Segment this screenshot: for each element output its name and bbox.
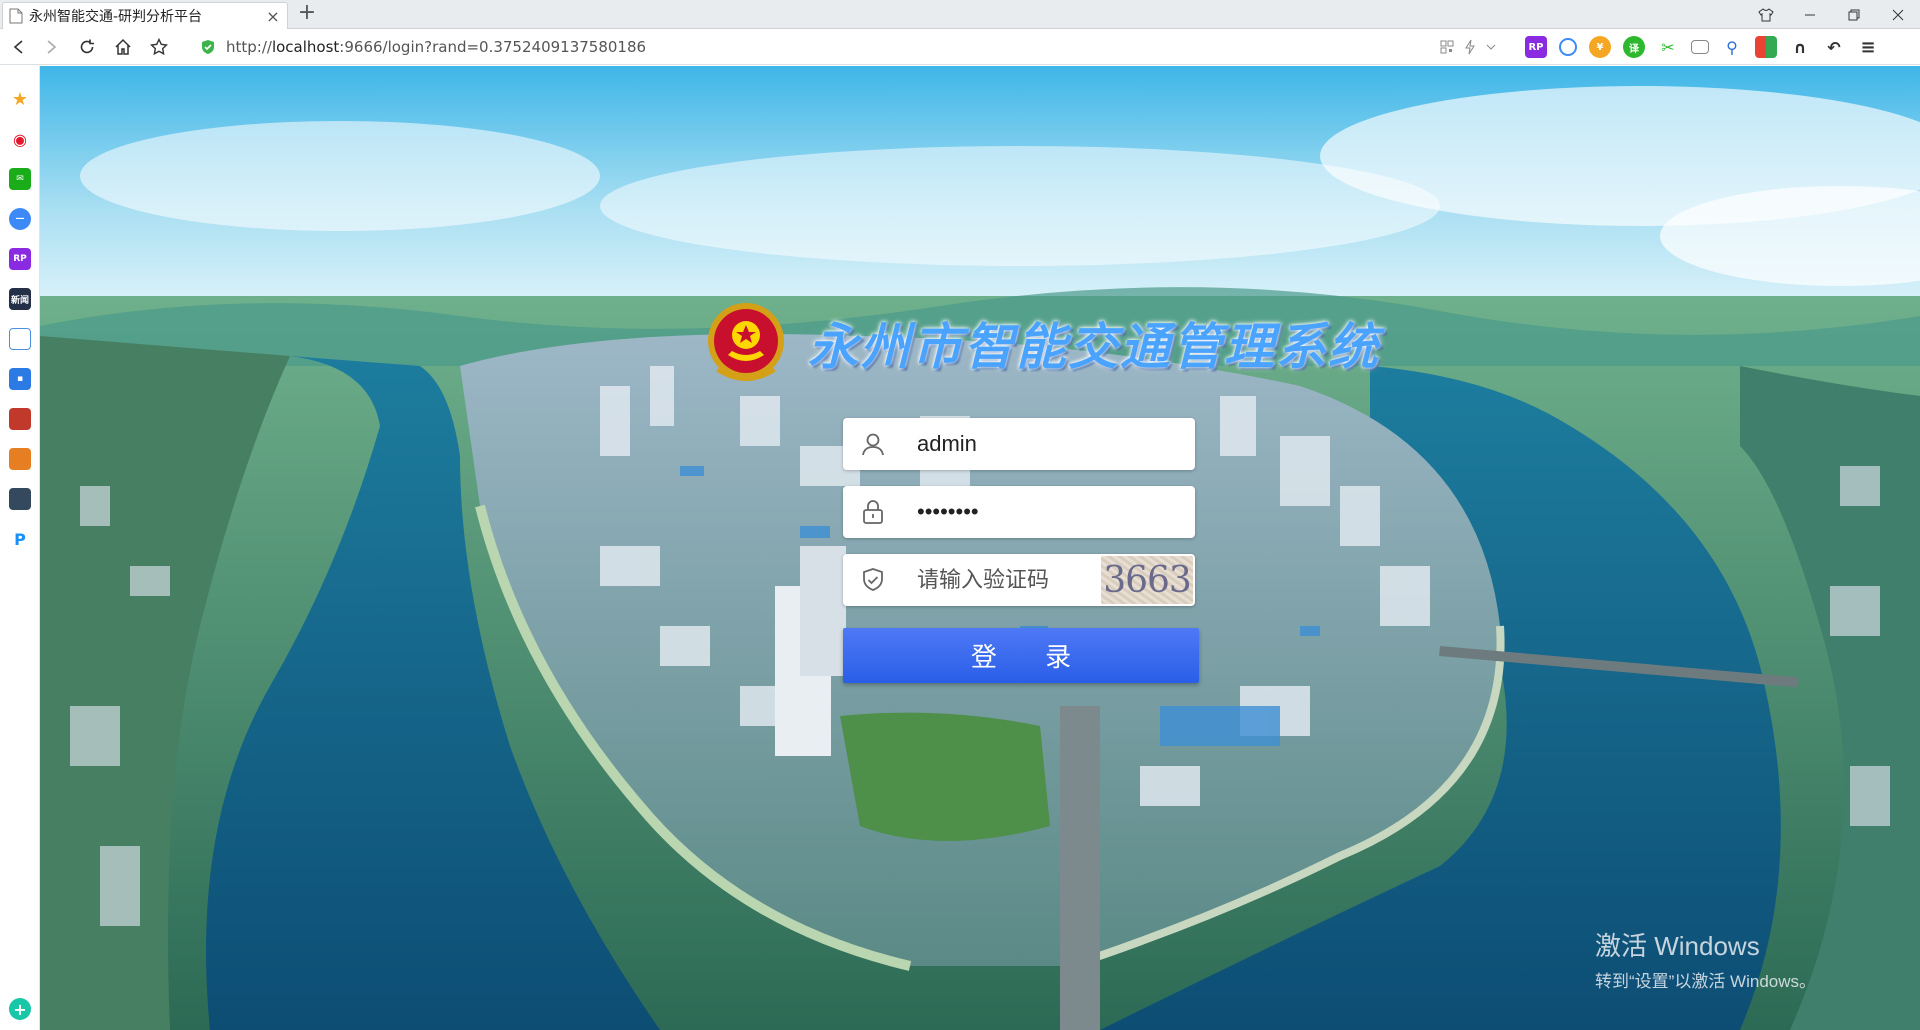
p-app-icon[interactable]: P [9, 528, 31, 550]
rp-app-icon[interactable]: RP [9, 248, 31, 270]
undo-icon[interactable]: ↶ [1823, 36, 1845, 58]
activation-title: 激活 Windows [1595, 931, 1760, 961]
headphones-icon[interactable]: ∩ [1789, 36, 1811, 58]
police-emblem-icon [708, 303, 784, 381]
game-app-icon-3[interactable] [9, 488, 31, 510]
minimize-icon[interactable] [1788, 0, 1832, 29]
news-app-icon[interactable]: 新闻 [9, 288, 31, 310]
weibo-icon[interactable]: ◉ [9, 128, 31, 150]
reload-icon[interactable] [74, 35, 100, 59]
home-icon[interactable] [110, 35, 136, 59]
back-icon[interactable] [6, 35, 32, 59]
scissors-icon[interactable]: ✂ [1657, 36, 1679, 58]
system-header: 永州市智能交通管理系统 [698, 292, 1388, 394]
game-app-icon-2[interactable] [9, 448, 31, 470]
username-field [843, 418, 1195, 470]
close-window-icon[interactable] [1876, 0, 1920, 29]
browser-toolbar: http:// localhost :9666/login?rand=0.375… [0, 29, 1920, 65]
browser-tab-bar: 永州智能交通-研判分析平台 × + [0, 0, 1920, 29]
url-host: localhost [271, 38, 340, 56]
star-icon[interactable]: ★ [9, 88, 31, 110]
tab-close-icon[interactable]: × [265, 7, 281, 26]
url-prefix: http:// [226, 38, 272, 56]
activation-subtitle: 转到“设置”以激活 Windows。 [1595, 972, 1817, 991]
address-tools [1440, 35, 1496, 59]
qr-code-icon[interactable] [1440, 40, 1454, 54]
extensions-bar: RP ¥ 译 ✂ ⚲ ∩ ↶ ≡ [1525, 35, 1879, 59]
tab-title: 永州智能交通-研判分析平台 [29, 9, 203, 25]
coin-icon[interactable]: ¥ [1589, 36, 1611, 58]
minus-circle-icon[interactable] [1559, 38, 1577, 56]
game-app-icon-1[interactable] [9, 408, 31, 430]
system-title: 永州市智能交通管理系统 [808, 317, 1380, 376]
browser-tab[interactable]: 永州智能交通-研判分析平台 × [2, 2, 288, 29]
document-icon[interactable] [9, 328, 31, 350]
browser-sidebar: ★ ◉ ✉ — RP 新闻 ▪ P + [0, 66, 40, 1030]
lock-icon [843, 486, 903, 538]
window-controls [1744, 0, 1920, 29]
captcha-field: 3663 [843, 554, 1195, 606]
page-icon [9, 8, 23, 24]
secure-shield-icon [202, 40, 214, 54]
password-input[interactable] [903, 492, 1153, 532]
password-field [843, 486, 1195, 538]
mail-icon[interactable]: ✉ [9, 168, 31, 190]
new-tab-button[interactable]: + [296, 2, 318, 25]
shield-check-icon [843, 554, 903, 606]
add-circle-icon[interactable]: + [9, 998, 31, 1020]
url-path: :9666/login?rand=0.3752409137580186 [339, 38, 647, 56]
login-form: 3663 登 录 [843, 418, 1203, 683]
image-icon[interactable] [1691, 40, 1709, 54]
bookmark-star-icon[interactable] [146, 35, 172, 59]
windows-activation-watermark: 激活 Windows 转到“设置”以激活 Windows。 [1595, 926, 1816, 992]
login-button[interactable]: 登 录 [843, 628, 1199, 683]
chevron-down-icon[interactable] [1486, 42, 1496, 52]
menu-icon[interactable]: ≡ [1857, 36, 1879, 58]
minus-circle-icon[interactable]: — [9, 208, 31, 230]
restore-icon[interactable] [1832, 0, 1876, 29]
rp-extension-icon[interactable]: RP [1525, 36, 1547, 58]
captcha-input[interactable] [903, 560, 1093, 600]
user-icon [843, 418, 903, 470]
forward-icon[interactable] [38, 35, 64, 59]
page-viewport: 永州市智能交通管理系统 3663 登 录 激活 Windows 转到“设置”以激… [40, 66, 1920, 1030]
username-input[interactable] [903, 424, 1153, 464]
address-bar[interactable]: http:// localhost :9666/login?rand=0.375… [200, 34, 1500, 60]
lightning-icon[interactable] [1464, 39, 1476, 55]
apps-grid-icon[interactable] [1755, 36, 1777, 58]
chat-icon[interactable]: ▪ [9, 368, 31, 390]
captcha-image[interactable]: 3663 [1101, 556, 1193, 604]
search-icon[interactable]: ⚲ [1721, 36, 1743, 58]
translate-icon[interactable]: 译 [1623, 36, 1645, 58]
shirt-skin-icon[interactable] [1744, 0, 1788, 29]
